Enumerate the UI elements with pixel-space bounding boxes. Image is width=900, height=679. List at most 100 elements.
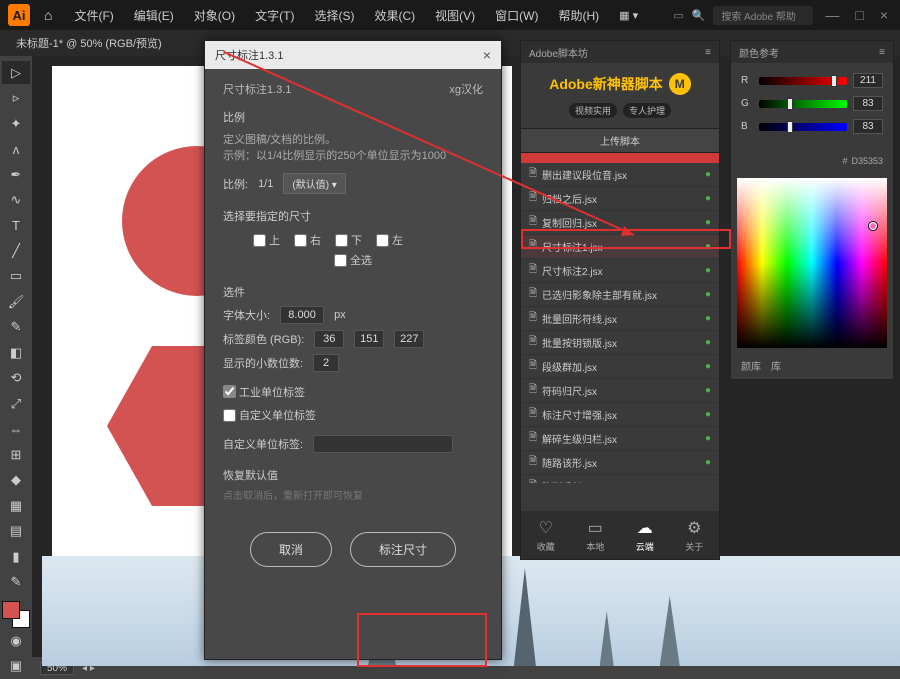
script-item[interactable]: 🗎复制回归.jsx●	[521, 211, 719, 235]
dialog-close-icon[interactable]: ×	[483, 47, 491, 63]
draw-mode-icon[interactable]: ◉	[2, 629, 30, 652]
color-spectrum[interactable]	[737, 178, 887, 348]
color-swatches[interactable]	[2, 601, 30, 628]
pen-tool[interactable]: ✒	[2, 163, 30, 186]
color-footer-2[interactable]: 库	[771, 358, 781, 373]
pill-1[interactable]: 视频实用	[569, 103, 617, 118]
window-close-icon[interactable]: ×	[876, 7, 892, 23]
window-maximize-icon[interactable]: □	[851, 7, 867, 23]
type-tool[interactable]: T	[2, 214, 30, 237]
color-b-input[interactable]	[394, 330, 424, 348]
footer-cloud[interactable]: ☁云端	[636, 518, 654, 553]
menu-edit[interactable]: 编辑(E)	[126, 7, 182, 24]
menu-view[interactable]: 视图(V)	[427, 7, 483, 24]
spectrum-picker[interactable]	[869, 222, 877, 230]
rotate-tool[interactable]: ⟲	[2, 367, 30, 390]
chk-industry-unit[interactable]: 工业单位标签	[223, 384, 305, 400]
script-item[interactable]: 🗎尺寸标注1.jsx●	[521, 235, 719, 259]
menu-window[interactable]: 窗口(W)	[487, 7, 546, 24]
script-item[interactable]: 🗎陈列反射 V1.jsx●	[521, 475, 719, 483]
footer-local[interactable]: ▭本地	[586, 518, 604, 553]
menu-object[interactable]: 对象(O)	[186, 7, 243, 24]
chk-all[interactable]: 全选	[334, 252, 372, 268]
script-item[interactable]: 🗎批量按钥锁版.jsx●	[521, 331, 719, 355]
home-icon[interactable]: ⌂	[44, 7, 52, 23]
decimals-input[interactable]	[313, 354, 339, 372]
script-item[interactable]: 🗎符码归尺.jsx●	[521, 379, 719, 403]
scale-tool[interactable]: ⤢	[2, 392, 30, 415]
menu-select[interactable]: 选择(S)	[306, 7, 362, 24]
script-item[interactable]: 🗎批量回形符线.jsx●	[521, 307, 719, 331]
footer-fav[interactable]: ♡收藏	[537, 518, 555, 553]
chk-right[interactable]: 右	[294, 232, 321, 248]
menu-help[interactable]: 帮助(H)	[550, 7, 607, 24]
scale-default-button[interactable]: (默认值) ▾	[283, 173, 345, 194]
script-item[interactable]: 🗎删出建议段位音.jsx●	[521, 163, 719, 187]
foreground-swatch[interactable]	[2, 601, 20, 619]
tools-panel: ▷ ▹ ✦ ʌ ✒ ∿ T ╱ ▭ 🖌 ✎ ◧ ⟲ ⤢ ⇔ ⊞ ◆ ▦ ▤ ▮ …	[0, 56, 32, 679]
lasso-tool[interactable]: ʌ	[2, 137, 30, 160]
rectangle-tool[interactable]: ▭	[2, 265, 30, 288]
perspective-tool[interactable]: ▦	[2, 494, 30, 517]
chk-custom-unit[interactable]: 自定义单位标签	[223, 407, 316, 423]
cancel-button[interactable]: 取消	[250, 532, 332, 567]
selection-tool[interactable]: ▷	[2, 61, 30, 84]
shape-builder-tool[interactable]: ◆	[2, 469, 30, 492]
chk-top[interactable]: 上	[253, 232, 280, 248]
color-panel-tab[interactable]: 颜色参考	[739, 45, 779, 60]
script-item[interactable]: 🗎尺寸标注2.jsx●	[521, 259, 719, 283]
script-item[interactable]: 🗎随路该形.jsx●	[521, 451, 719, 475]
px-unit: px	[334, 309, 346, 321]
menu-type[interactable]: 文字(T)	[247, 7, 302, 24]
pill-2[interactable]: 专人护理	[623, 103, 671, 118]
search-input[interactable]: 搜索 Adobe 帮助	[713, 6, 813, 25]
gradient-tool[interactable]: ▮	[2, 545, 30, 568]
menu-file[interactable]: 文件(F)	[66, 7, 121, 24]
scripts-panel-tab[interactable]: Adobe脚本坊	[529, 45, 588, 60]
curvature-tool[interactable]: ∿	[2, 188, 30, 211]
magic-wand-tool[interactable]: ✦	[2, 112, 30, 135]
window-minimize-icon[interactable]: —	[821, 7, 843, 23]
color-r-input[interactable]	[314, 330, 344, 348]
paintbrush-tool[interactable]: 🖌	[2, 290, 30, 313]
script-item[interactable]: 🗎解碎生级归栏.jsx●	[521, 427, 719, 451]
custom-unit-input[interactable]	[313, 435, 453, 453]
script-item[interactable]: 🗎段级群加.jsx●	[521, 355, 719, 379]
width-tool[interactable]: ⇔	[2, 418, 30, 441]
chk-left[interactable]: 左	[376, 232, 403, 248]
line-tool[interactable]: ╱	[2, 239, 30, 262]
b-value-input[interactable]	[853, 119, 883, 134]
b-slider[interactable]	[759, 123, 847, 131]
color-footer-1[interactable]: 颜库	[741, 358, 761, 373]
decimals-label: 显示的小数位数:	[223, 355, 303, 371]
hex-value[interactable]: D35353	[851, 156, 883, 166]
mesh-tool[interactable]: ▤	[2, 519, 30, 542]
screen-mode-icon[interactable]: ▣	[2, 655, 30, 678]
g-value-input[interactable]	[853, 96, 883, 111]
scripts-list[interactable]: 🗎删出建议段位音.jsx●🗎归档之后.jsx●🗎复制回归.jsx●🗎尺寸标注1.…	[521, 163, 719, 483]
r-value-input[interactable]	[853, 73, 883, 88]
script-item[interactable]: 🗎已选归影象除主部有就.jsx●	[521, 283, 719, 307]
free-transform-tool[interactable]: ⊞	[2, 443, 30, 466]
search-icon[interactable]: 🔍	[692, 9, 706, 22]
document-tab[interactable]: 未标题-1* @ 50% (RGB/预览)	[8, 35, 170, 51]
chk-bottom[interactable]: 下	[335, 232, 362, 248]
footer-about[interactable]: ⚙关于	[685, 518, 703, 553]
shaper-tool[interactable]: ✎	[2, 316, 30, 339]
eraser-tool[interactable]: ◧	[2, 341, 30, 364]
workspace-icon[interactable]: ▭	[673, 9, 683, 22]
g-slider[interactable]	[759, 100, 847, 108]
eyedropper-tool[interactable]: ✎	[2, 570, 30, 593]
script-item[interactable]: 🗎归档之后.jsx●	[521, 187, 719, 211]
script-item[interactable]: 🗎标注尺寸增强.jsx●	[521, 403, 719, 427]
font-size-input[interactable]	[280, 306, 324, 324]
scripts-category[interactable]: 上传脚本	[521, 128, 719, 153]
script-name: 尺寸标注1.jsx	[542, 239, 603, 254]
dialog-titlebar[interactable]: 尺寸标注1.3.1 ×	[205, 41, 501, 69]
ok-button[interactable]: 标注尺寸	[350, 532, 456, 567]
layout-icons[interactable]: ▦ ▾	[619, 9, 638, 22]
color-g-input[interactable]	[354, 330, 384, 348]
menu-effect[interactable]: 效果(C)	[366, 7, 423, 24]
r-slider[interactable]	[759, 77, 847, 85]
direct-selection-tool[interactable]: ▹	[2, 86, 30, 109]
